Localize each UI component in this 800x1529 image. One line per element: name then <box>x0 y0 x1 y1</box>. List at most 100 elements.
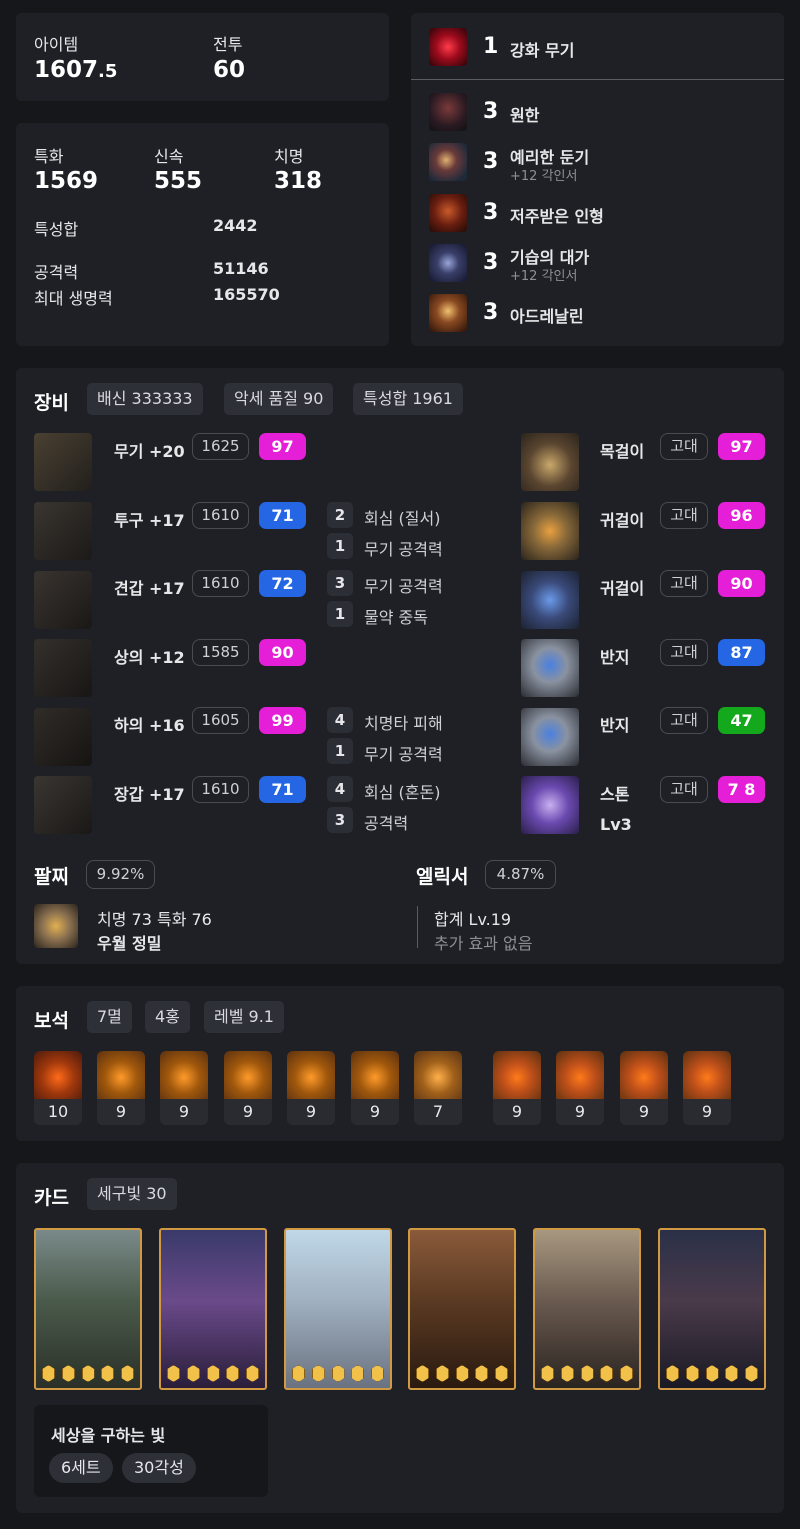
weapon-icon[interactable] <box>34 433 92 491</box>
engrave-name: 아드레날린 <box>510 307 584 326</box>
awakening-gems <box>541 1365 633 1382</box>
effect-name: 무기 공격력 <box>364 745 443 764</box>
card-slot[interactable] <box>533 1228 641 1390</box>
effect-level: 1 <box>327 533 353 559</box>
gem-slot[interactable]: 9 <box>97 1051 145 1125</box>
necklace-icon[interactable] <box>521 433 579 491</box>
quality-badge: 71 <box>259 502 306 529</box>
flame-gem-icon <box>620 1051 668 1099</box>
doom-gem-icon <box>414 1051 462 1099</box>
gem-level: 9 <box>351 1099 399 1125</box>
accessory-quality-chip: 악세 품질 90 <box>224 383 334 415</box>
effect-name: 공격력 <box>364 814 409 833</box>
engravings-panel: 1 강화 무기 3 원한 3 예리한 둔기 +12 각인서 3 저주받은 인형 … <box>411 13 784 346</box>
gem-chip: 7멸 <box>87 1001 132 1033</box>
swift-label: 신속 <box>154 147 184 166</box>
pants-icon[interactable] <box>34 708 92 766</box>
engrave-divider <box>411 79 784 80</box>
gem-level: 9 <box>493 1099 541 1125</box>
card-slot[interactable] <box>658 1228 766 1390</box>
gem-level: 9 <box>620 1099 668 1125</box>
armor-name: 하의 +16 <box>114 716 185 735</box>
awakening-gems <box>292 1365 384 1382</box>
gem-slot[interactable]: 10 <box>34 1051 82 1125</box>
effect-level: 1 <box>327 738 353 764</box>
gem-slot[interactable]: 9 <box>224 1051 272 1125</box>
accessory-name: 목걸이 <box>600 442 645 461</box>
quality-badge: 99 <box>259 707 306 734</box>
helmet-icon[interactable] <box>34 502 92 560</box>
keen-blunt-icon <box>429 143 467 181</box>
crit-value: 318 <box>274 168 323 194</box>
gloves-icon[interactable] <box>34 776 92 834</box>
card-set-chip: 세구빛 30 <box>87 1178 177 1210</box>
bracelet-title: 팔찌 <box>34 866 69 888</box>
accessory-name: 귀걸이 <box>600 579 645 598</box>
gem-slot[interactable]: 9 <box>493 1051 541 1125</box>
gem-slot[interactable]: 9 <box>287 1051 335 1125</box>
gem-slot[interactable]: 7 <box>414 1051 462 1125</box>
armor-name: 상의 +12 <box>114 648 185 667</box>
elixir-title: 엘릭서 <box>416 866 469 888</box>
hp-label: 최대 생명력 <box>34 289 113 308</box>
attack-label: 공격력 <box>34 263 79 282</box>
item-level-pill: 1625 <box>192 433 249 460</box>
item-level-main: 1607 <box>34 57 99 83</box>
gem-slot[interactable]: 9 <box>351 1051 399 1125</box>
cards-title: 카드 <box>34 1187 69 1209</box>
grade-pill: 고대 <box>660 707 708 734</box>
engrave-sub: +12 각인서 <box>510 169 578 184</box>
effect-level: 4 <box>327 776 353 802</box>
earring-icon[interactable] <box>521 502 579 560</box>
bracelet-icon[interactable] <box>34 904 78 948</box>
gem-chip: 레벨 9.1 <box>204 1001 284 1033</box>
card-slot[interactable] <box>284 1228 392 1390</box>
gem-slot[interactable]: 9 <box>683 1051 731 1125</box>
ring-icon[interactable] <box>521 708 579 766</box>
elixir-percent: 4.87% <box>485 860 556 889</box>
shoulder-icon[interactable] <box>34 571 92 629</box>
quality-badge: 96 <box>718 502 765 529</box>
earring-icon[interactable] <box>521 571 579 629</box>
stat-sum-label: 특성합 <box>34 220 79 239</box>
doom-gem-icon <box>351 1051 399 1099</box>
item-level-label: 아이템 <box>34 35 79 54</box>
chest-icon[interactable] <box>34 639 92 697</box>
effect-level: 4 <box>327 707 353 733</box>
adrenaline-icon <box>429 294 467 332</box>
card-slot[interactable] <box>159 1228 267 1390</box>
gem-level: 7 <box>414 1099 462 1125</box>
ring-icon[interactable] <box>521 639 579 697</box>
engrave-level: 3 <box>483 99 499 124</box>
combat-level-value: 60 <box>213 57 246 83</box>
elixir-extra: 추가 효과 없음 <box>434 934 533 953</box>
item-level-decimal: .5 <box>98 61 118 82</box>
effect-level: 2 <box>327 502 353 528</box>
bracelet-effects: 우월 정밀 <box>97 934 162 953</box>
effect-name: 무기 공격력 <box>364 540 443 559</box>
weapon-engrave-icon <box>429 28 467 66</box>
quality-badge: 97 <box>259 433 306 460</box>
quality-badge: 7 8 <box>718 776 765 803</box>
gem-level: 9 <box>224 1099 272 1125</box>
card-slot[interactable] <box>408 1228 516 1390</box>
bracelet-percent: 9.92% <box>86 860 155 889</box>
grade-pill: 고대 <box>660 639 708 666</box>
quality-badge: 72 <box>259 570 306 597</box>
accessory-name: 귀걸이 <box>600 511 645 530</box>
doom-gem-icon <box>224 1051 272 1099</box>
gem-slot[interactable]: 9 <box>620 1051 668 1125</box>
gem-slot[interactable]: 9 <box>556 1051 604 1125</box>
doom-gem-icon <box>160 1051 208 1099</box>
gem-slot[interactable]: 9 <box>160 1051 208 1125</box>
quality-badge: 47 <box>718 707 765 734</box>
effect-name: 회심 (질서) <box>364 509 441 528</box>
armor-name: 무기 +20 <box>114 442 185 461</box>
gem-level: 9 <box>683 1099 731 1125</box>
doom-gem-icon <box>34 1051 82 1099</box>
stone-icon[interactable] <box>521 776 579 834</box>
engrave-name: 원한 <box>510 106 540 125</box>
card-slot[interactable] <box>34 1228 142 1390</box>
bracelet-stats: 치명 73 특화 76 <box>97 910 212 929</box>
gem-level: 9 <box>97 1099 145 1125</box>
